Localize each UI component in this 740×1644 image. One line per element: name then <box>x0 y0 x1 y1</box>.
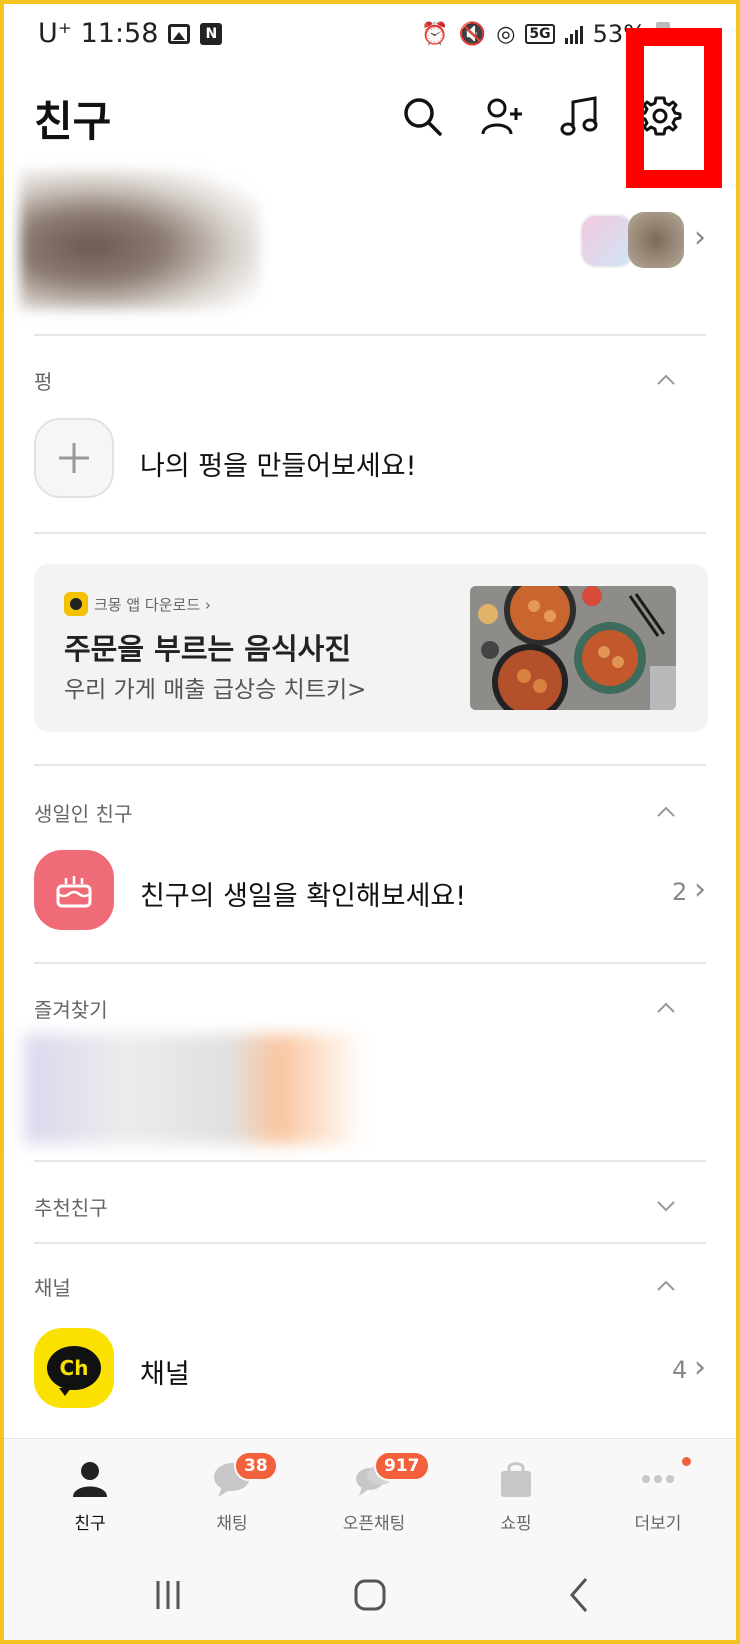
birthday-count: 2 <box>672 878 688 906</box>
birthday-text[interactable]: 친구의 생일을 확인해보세요! <box>140 874 466 913</box>
tab-label: 쇼핑 <box>500 1514 532 1534</box>
system-nav-bar <box>4 1550 736 1640</box>
tab-more[interactable]: 더보기 <box>588 1439 728 1551</box>
5g-icon: 5G <box>525 24 555 44</box>
status-left: U⁺ 11:58 N <box>38 18 223 49</box>
section-label-birthday: 생일인 친구 <box>34 802 133 826</box>
back-icon[interactable] <box>550 1570 610 1620</box>
app-screen: U⁺ 11:58 N ⏰ 🔇 ◎ 5G 53% 친구 › 펑 나의 펑을 만들어… <box>4 4 736 1640</box>
add-friend-icon[interactable] <box>474 88 530 144</box>
kmong-logo-icon <box>64 592 88 616</box>
ad-brand: 크몽 앱 다운로드 › <box>64 592 211 616</box>
section-label-channel: 채널 <box>34 1276 71 1300</box>
ad-brand-text: 크몽 앱 다운로드 › <box>94 595 211 614</box>
section-label-recommended[interactable]: 추천친구 <box>34 1192 108 1221</box>
home-icon[interactable] <box>340 1570 400 1620</box>
friends-tab-icon <box>70 1459 110 1499</box>
tab-label: 더보기 <box>634 1514 682 1534</box>
divider <box>34 532 706 534</box>
tab-chats[interactable]: 38 채팅 <box>162 1439 302 1551</box>
chevron-up-icon[interactable] <box>656 370 676 390</box>
chevron-right-icon: › <box>694 1350 706 1385</box>
profile-photo-thumb <box>628 212 684 268</box>
ad-subtitle: 우리 가게 매출 급상승 치트키> <box>64 677 367 703</box>
hotspot-icon: ◎ <box>496 21 516 47</box>
my-profile[interactable]: › <box>4 164 736 324</box>
signal-icon <box>564 24 583 44</box>
shopping-bag-icon <box>496 1459 536 1499</box>
tab-label: 친구 <box>74 1514 106 1534</box>
chevron-right-icon: › <box>694 220 706 255</box>
music-icon[interactable] <box>552 88 608 144</box>
divider <box>34 1160 706 1162</box>
chevron-right-icon: › <box>694 872 706 907</box>
more-new-dot <box>682 1457 691 1466</box>
page-title: 친구 <box>34 97 112 146</box>
ad-food-image <box>470 586 676 710</box>
add-pung-button[interactable] <box>34 418 114 498</box>
ad-banner[interactable]: 크몽 앱 다운로드 › 주문을 부르는 음식사진 우리 가게 매출 급상승 치트… <box>34 564 708 732</box>
search-icon[interactable] <box>394 88 450 144</box>
tab-label: 채팅 <box>216 1514 248 1534</box>
tab-friends[interactable]: 친구 <box>20 1439 160 1551</box>
channel-icon-text: Ch <box>47 1346 101 1396</box>
create-pung-text[interactable]: 나의 펑을 만들어보세요! <box>140 444 416 483</box>
openchat-badge: 917 <box>374 1451 430 1481</box>
section-label-favorites: 즐겨찾기 <box>34 998 108 1022</box>
gallery-notification-icon <box>168 23 191 44</box>
channel-text[interactable]: 채널 <box>140 1352 190 1391</box>
divider <box>34 334 706 336</box>
channel-count: 4 <box>672 1356 688 1384</box>
channel-icon: Ch <box>34 1328 114 1408</box>
more-dots-icon <box>638 1459 678 1499</box>
tab-shopping[interactable]: 쇼핑 <box>446 1439 586 1551</box>
alarm-icon: ⏰ <box>421 21 449 47</box>
ad-title: 주문을 부르는 음식사진 <box>64 632 351 666</box>
divider <box>34 764 706 766</box>
section-label-pung: 펑 <box>34 370 53 394</box>
naver-notification-icon: N <box>200 22 223 45</box>
chat-badge: 38 <box>234 1451 278 1481</box>
chevron-up-icon[interactable] <box>656 998 676 1018</box>
profile-music-thumb <box>580 214 634 268</box>
favorite-friend-blurred[interactable] <box>24 1034 364 1144</box>
carrier-time: U⁺ 11:58 <box>38 18 159 49</box>
chevron-up-icon[interactable] <box>656 802 676 822</box>
chevron-down-icon[interactable] <box>656 1196 676 1216</box>
mute-icon: 🔇 <box>458 21 487 47</box>
divider <box>34 1242 706 1244</box>
bottom-tab-bar: 친구 38 채팅 917 오픈채팅 쇼핑 더보기 <box>4 1438 736 1550</box>
chevron-up-icon[interactable] <box>656 1276 676 1296</box>
plus-icon <box>59 443 89 473</box>
recents-icon[interactable] <box>138 1570 198 1620</box>
tab-label: 오픈채팅 <box>342 1514 406 1534</box>
tab-openchat[interactable]: 917 오픈채팅 <box>304 1439 444 1551</box>
birthday-cake-icon <box>34 850 114 930</box>
divider <box>34 962 706 964</box>
profile-blurred <box>20 170 260 310</box>
